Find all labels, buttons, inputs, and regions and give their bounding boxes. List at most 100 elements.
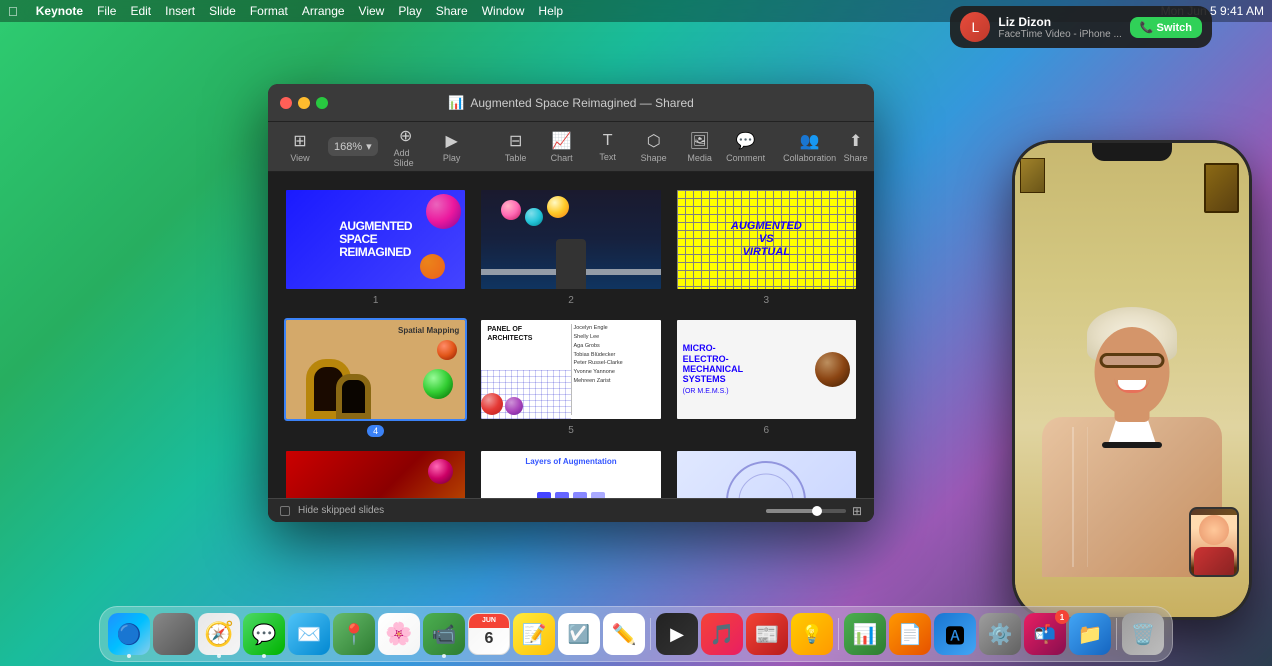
menu-file[interactable]: File (97, 4, 116, 18)
dock-pages[interactable]: 📄 (889, 613, 931, 655)
slide5-left: PANEL OFARCHITECTS (481, 320, 570, 419)
facetime-info: Liz Dizon FaceTime Video - iPhone ... (998, 15, 1121, 40)
dock-mail[interactable]: ✉️ (288, 613, 330, 655)
slide-thumb-4[interactable]: Spatial Mapping (284, 318, 467, 421)
toolbar-text-label: Text (599, 152, 616, 162)
slide-thumb-6[interactable]: Micro-Electro-MechanicalSystems(or M.E.M… (675, 318, 858, 421)
toolbar-comment[interactable]: 💬 Comment (728, 127, 764, 167)
dock-finder[interactable]: 🔵 (108, 613, 150, 655)
toolbar-zoom-control[interactable]: 168% ▾ (328, 137, 378, 156)
dock-facetime[interactable]: 📹 (423, 613, 465, 655)
dock-files[interactable]: 📁 (1069, 613, 1111, 655)
close-button[interactable] (280, 97, 292, 109)
facetime-switch-button[interactable]: 📞 Switch (1130, 17, 1202, 38)
hide-skipped-checkbox[interactable] (280, 506, 290, 516)
shape-icon: ⬡ (647, 131, 661, 151)
dock-notes[interactable]: 📝 (513, 613, 555, 655)
slide-number-2: 2 (568, 295, 574, 306)
numbers-icon: 📊 (853, 622, 878, 647)
facetime-notification: L Liz Dizon FaceTime Video - iPhone ... … (950, 6, 1212, 48)
dock-launchpad[interactable] (153, 613, 195, 655)
menubar-app-name[interactable]: Keynote (36, 4, 83, 18)
slide-number-6: 6 (764, 425, 770, 436)
slide5-panel-title: PANEL OFARCHITECTS (485, 324, 566, 345)
teeth (1118, 380, 1146, 390)
toolbar-table[interactable]: ⊟ Table (498, 127, 534, 167)
dock-music[interactable]: 🎵 (701, 613, 743, 655)
maps-icon: 📍 (342, 622, 367, 647)
menu-play[interactable]: Play (398, 4, 421, 18)
comment-icon: 💬 (736, 131, 756, 151)
dock-maps[interactable]: 📍 (333, 613, 375, 655)
dock-notification-center[interactable]: 📬 1 (1024, 613, 1066, 655)
dock-safari[interactable]: 🧭 (198, 613, 240, 655)
slide2-ball-teal (525, 208, 543, 226)
dock-news[interactable]: 📰 (746, 613, 788, 655)
notification-icon: 📬 (1034, 624, 1056, 645)
slide-thumb-5[interactable]: PANEL OFARCHITECTS Jocelyn EngleShelly L… (479, 318, 662, 421)
dock-appletv[interactable]: ▶ (656, 613, 698, 655)
toolbar-view[interactable]: ⊞ View (282, 127, 318, 167)
finder-running-dot (127, 654, 131, 658)
slide5-ball-purple (505, 397, 523, 415)
dock-reminders[interactable]: ☑️ (558, 613, 600, 655)
mail-icon: ✉️ (297, 622, 322, 647)
slide2-ball-pink (501, 200, 521, 220)
slide-thumb-1[interactable]: AUGMENTEDSPACEREIMAGINED (284, 188, 467, 291)
dock-freeform[interactable]: ✏️ (603, 613, 645, 655)
slide-item-3: AugmentedVSVirtual 3 (675, 188, 858, 306)
window-toolbar: ⊞ View 168% ▾ ⊕ Add Slide ▶ Play ⊟ Table… (268, 122, 874, 172)
toolbar-share[interactable]: ⬆ Share (838, 127, 874, 167)
zoom-slider-fill (766, 509, 814, 513)
phone-self-view (1189, 507, 1239, 577)
menubar-items: File Edit Insert Slide Format Arrange Vi… (97, 4, 563, 18)
facetime-subtitle: FaceTime Video - iPhone ... (998, 29, 1121, 40)
slide-thumb-3[interactable]: AugmentedVSVirtual (675, 188, 858, 291)
toolbar-chart[interactable]: 📈 Chart (544, 127, 580, 167)
dock-appstore[interactable]: 🅰 (934, 613, 976, 655)
apple-logo-icon[interactable]:  (8, 4, 18, 19)
grid-view-icon[interactable]: ⊞ (852, 504, 862, 518)
menu-slide[interactable]: Slide (209, 4, 236, 18)
menu-window[interactable]: Window (482, 4, 525, 18)
toolbar-collaboration[interactable]: 👥 Collaboration (792, 127, 828, 167)
appletv-icon: ▶ (670, 624, 684, 645)
menu-share[interactable]: Share (436, 4, 468, 18)
phone-notch (1092, 143, 1172, 161)
menu-arrange[interactable]: Arrange (302, 4, 345, 18)
slide-item-5: PANEL OFARCHITECTS Jocelyn EngleShelly L… (479, 318, 662, 437)
dock: 🔵 🧭 💬 ✉️ 📍 🌸 📹 JUN 6 (99, 606, 1173, 662)
menu-help[interactable]: Help (538, 4, 563, 18)
maximize-button[interactable] (316, 97, 328, 109)
dock-photos[interactable]: 🌸 (378, 613, 420, 655)
settings-icon: ⚙️ (988, 622, 1013, 647)
dock-numbers[interactable]: 📊 (844, 613, 886, 655)
zoom-slider-thumb[interactable] (812, 506, 822, 516)
dock-messages[interactable]: 💬 (243, 613, 285, 655)
menu-view[interactable]: View (359, 4, 385, 18)
safari-running-dot (217, 654, 221, 658)
toolbar-media[interactable]: 🖼 Media (682, 127, 718, 167)
toolbar-add-slide[interactable]: ⊕ Add Slide (388, 122, 424, 172)
eyes-area (1100, 353, 1165, 368)
slide-thumb-2[interactable] (479, 188, 662, 291)
window-statusbar: Hide skipped slides ⊞ (268, 498, 874, 522)
window-titlebar: 📊 Augmented Space Reimagined — Shared (268, 84, 874, 122)
dock-calendar[interactable]: JUN 6 (468, 613, 510, 655)
toolbar-play[interactable]: ▶ Play (434, 127, 470, 167)
dock-trash[interactable]: 🗑️ (1122, 613, 1164, 655)
menu-insert[interactable]: Insert (165, 4, 195, 18)
dock-tips[interactable]: 💡 (791, 613, 833, 655)
dock-system-settings[interactable]: ⚙️ (979, 613, 1021, 655)
toolbar-shape[interactable]: ⬡ Shape (636, 127, 672, 167)
self-view-content (1191, 515, 1237, 577)
toolbar-text[interactable]: T Text (590, 128, 626, 166)
menu-format[interactable]: Format (250, 4, 288, 18)
slide-number-3: 3 (764, 295, 770, 306)
zoom-slider[interactable] (766, 509, 846, 513)
minimize-button[interactable] (298, 97, 310, 109)
statusbar-right: ⊞ (766, 504, 862, 518)
head (1087, 307, 1177, 407)
toolbar-media-label: Media (687, 153, 712, 163)
menu-edit[interactable]: Edit (130, 4, 151, 18)
